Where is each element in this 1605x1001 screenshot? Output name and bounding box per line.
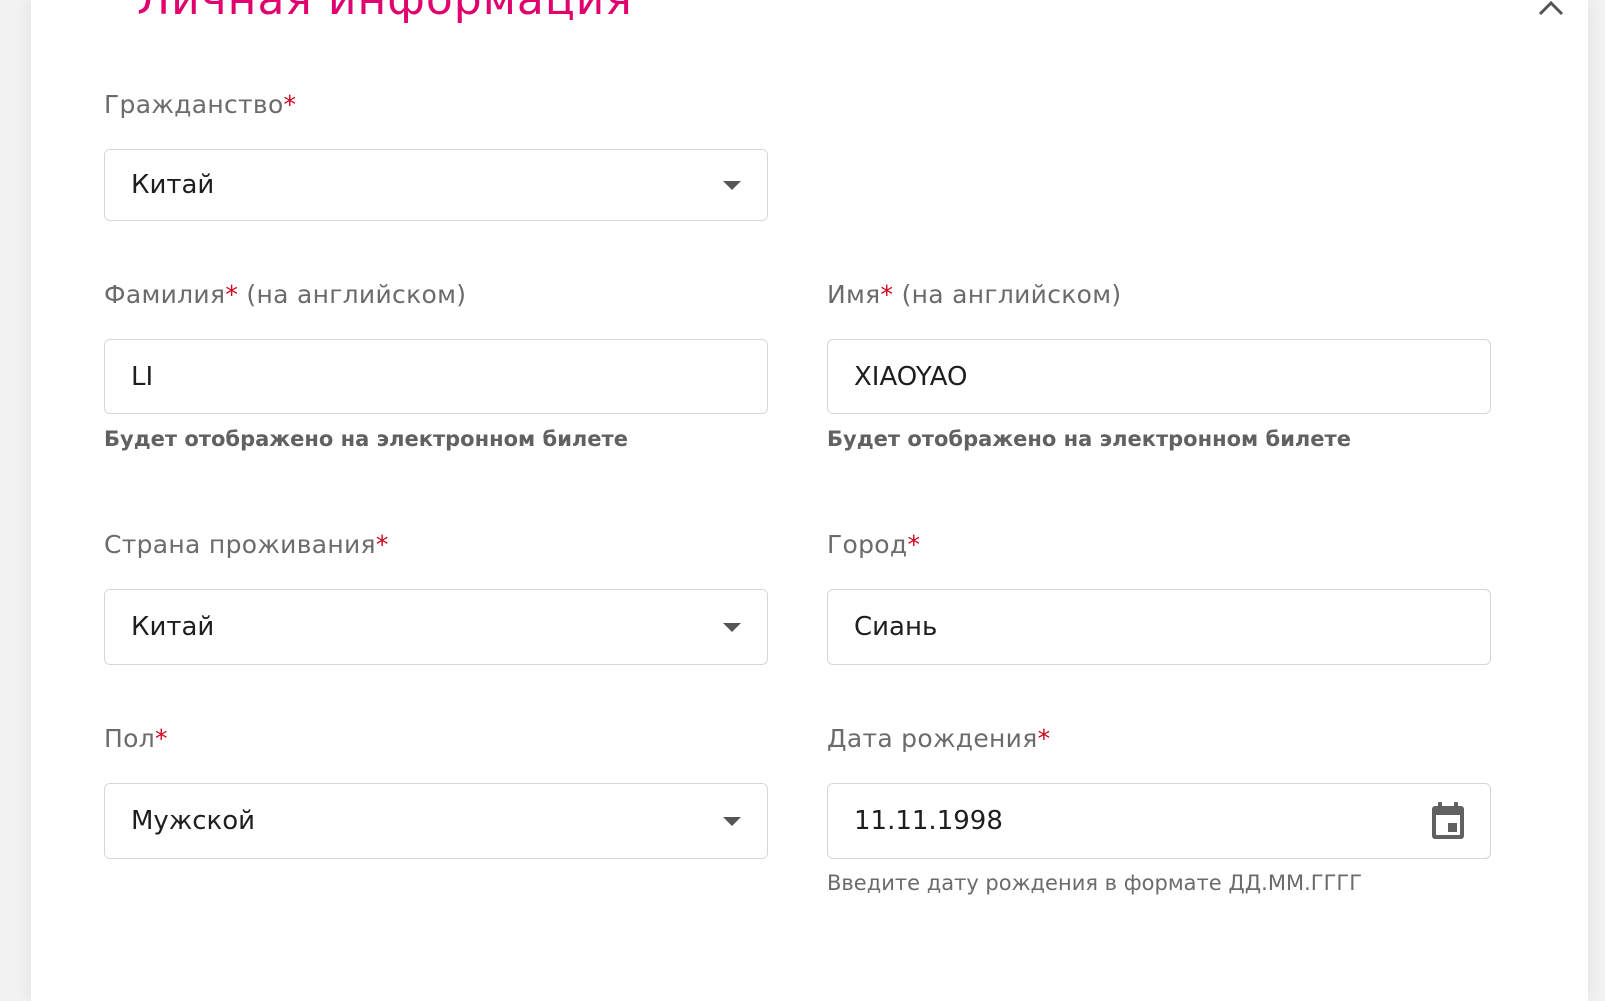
required-mark: *: [907, 530, 921, 559]
required-mark: *: [1037, 724, 1051, 753]
city-label: Город*: [827, 530, 921, 559]
citizenship-label: Гражданство*: [104, 90, 297, 119]
city-input[interactable]: Сиань: [827, 589, 1491, 665]
city-value: Сиань: [854, 612, 938, 642]
section-title: Личная информация: [137, 0, 633, 25]
gender-value: Мужской: [131, 806, 256, 836]
birth-date-label: Дата рождения*: [827, 724, 1051, 753]
citizenship-value: Китай: [131, 170, 215, 200]
birth-date-hint: Введите дату рождения в формате ДД.ММ.ГГ…: [827, 871, 1362, 895]
birth-date-value: 11.11.1998: [854, 806, 1003, 836]
first-name-label: Имя* (на английском): [827, 280, 1122, 309]
gender-select[interactable]: Мужской: [104, 783, 768, 859]
last-name-value: LI: [131, 361, 154, 392]
calendar-icon[interactable]: [1430, 801, 1466, 841]
personal-info-card: Личная информация Гражданство* Китай Фам…: [31, 0, 1588, 1001]
dropdown-arrow-icon: [723, 181, 741, 190]
first-name-input[interactable]: XIAOYAO: [827, 339, 1491, 414]
required-mark: *: [154, 724, 168, 753]
first-name-hint: Будет отображено на электронном билете: [827, 427, 1351, 451]
required-mark: *: [225, 280, 239, 309]
required-mark: *: [375, 530, 389, 559]
dropdown-arrow-icon: [723, 817, 741, 826]
gender-label: Пол*: [104, 724, 168, 753]
country-select[interactable]: Китай: [104, 589, 768, 665]
country-label: Страна проживания*: [104, 530, 389, 559]
dropdown-arrow-icon: [723, 623, 741, 632]
required-mark: *: [880, 280, 894, 309]
first-name-value: XIAOYAO: [854, 361, 968, 392]
chevron-up-icon[interactable]: [1537, 0, 1565, 16]
citizenship-select[interactable]: Китай: [104, 149, 768, 221]
last-name-input[interactable]: LI: [104, 339, 768, 414]
birth-date-input[interactable]: 11.11.1998: [827, 783, 1491, 859]
last-name-hint: Будет отображено на электронном билете: [104, 427, 628, 451]
last-name-label: Фамилия* (на английском): [104, 280, 467, 309]
country-value: Китай: [131, 612, 215, 642]
required-mark: *: [283, 90, 297, 119]
